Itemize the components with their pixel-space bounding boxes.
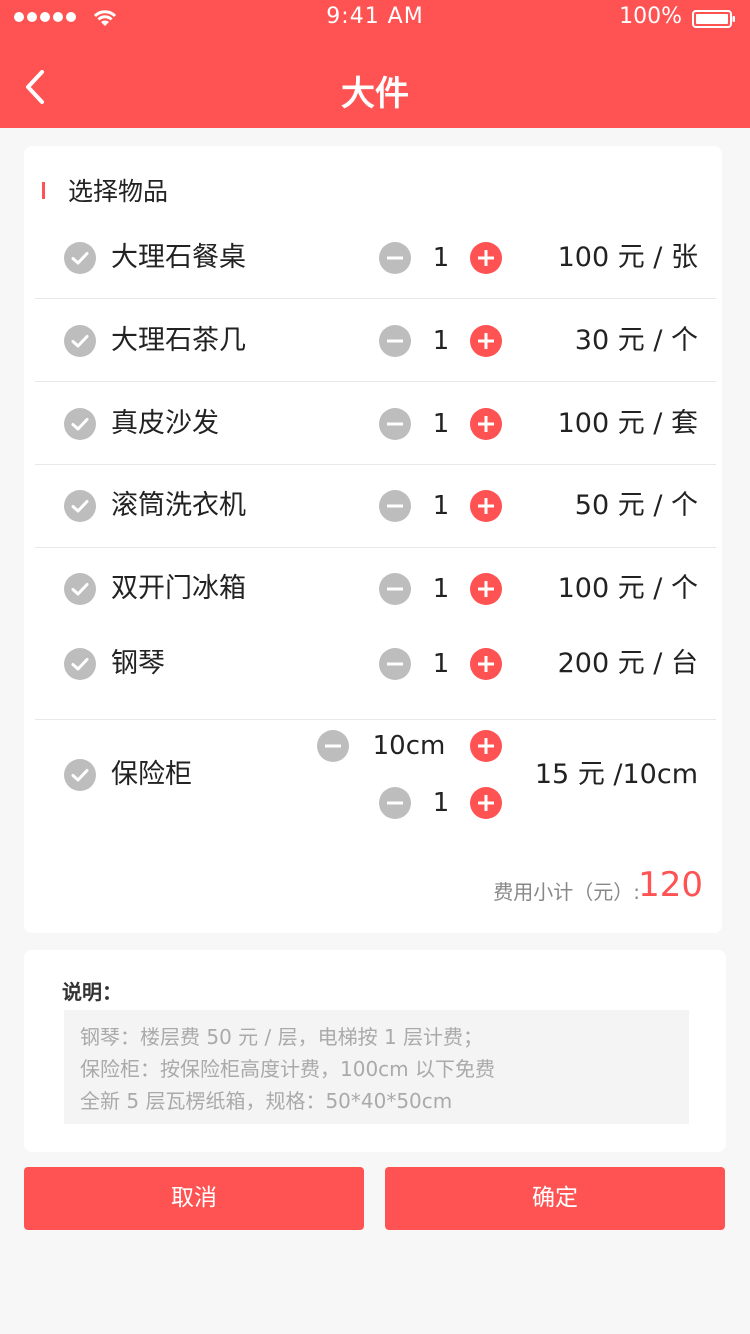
status-bar: 9:41 AM 100% — [0, 0, 750, 40]
check-icon[interactable] — [64, 408, 96, 440]
item-price: 30 元 / 个 — [574, 325, 698, 356]
confirm-button[interactable]: 确定 — [385, 1167, 725, 1230]
minus-button[interactable] — [379, 490, 411, 522]
check-icon[interactable] — [64, 325, 96, 357]
quantity-value: 1 — [432, 243, 450, 273]
height-value: 10cm — [372, 731, 446, 761]
item-name: 滚筒洗衣机 — [111, 490, 246, 521]
note-line: 保险柜：按保险柜高度计费，100cm 以下免费 — [80, 1057, 496, 1081]
item-price: 100 元 / 套 — [557, 408, 698, 439]
item-price: 50 元 / 个 — [574, 490, 698, 521]
item-name: 大理石餐桌 — [111, 242, 246, 273]
minus-button[interactable] — [379, 408, 411, 440]
item-row: 真皮沙发 1 100 元 / 套 — [24, 394, 722, 454]
plus-button[interactable] — [470, 648, 502, 680]
section-title: 选择物品 — [68, 177, 169, 206]
minus-button[interactable] — [379, 573, 411, 605]
row-divider — [35, 298, 716, 299]
page-title: 大件 — [341, 74, 409, 114]
item-row: 大理石茶几 1 30 元 / 个 — [24, 311, 722, 371]
item-name: 双开门冰箱 — [111, 573, 246, 604]
check-icon[interactable] — [64, 490, 96, 522]
quantity-value: 1 — [432, 409, 450, 439]
row-divider — [35, 464, 716, 465]
section-accent-bar — [42, 182, 45, 199]
quantity-value: 1 — [432, 649, 450, 679]
minus-button[interactable] — [379, 787, 411, 819]
item-name: 钢琴 — [111, 648, 165, 679]
item-row: 滚筒洗衣机 1 50 元 / 个 — [24, 476, 722, 536]
plus-button[interactable] — [470, 787, 502, 819]
check-icon[interactable] — [64, 648, 96, 680]
subtotal-label: 费用小计（元）: — [493, 880, 640, 904]
quantity-value: 1 — [432, 788, 450, 818]
plus-button[interactable] — [470, 408, 502, 440]
notes-title: 说明： — [62, 980, 122, 1004]
item-price: 100 元 / 个 — [557, 573, 698, 604]
height-plus-button[interactable] — [470, 730, 502, 762]
battery-icon — [692, 10, 735, 28]
row-divider — [35, 719, 716, 720]
check-icon[interactable] — [64, 573, 96, 605]
cancel-button[interactable]: 取消 — [24, 1167, 364, 1230]
app-header: 9:41 AM 100% 大件 — [0, 0, 750, 128]
minus-button[interactable] — [379, 242, 411, 274]
item-price: 100 元 / 张 — [557, 242, 698, 273]
height-minus-button[interactable] — [317, 730, 349, 762]
quantity-value: 1 — [432, 326, 450, 356]
plus-button[interactable] — [470, 490, 502, 522]
minus-button[interactable] — [379, 325, 411, 357]
quantity-value: 1 — [432, 574, 450, 604]
note-line: 全新 5 层瓦楞纸箱，规格：50*40*50cm — [80, 1089, 453, 1113]
minus-button[interactable] — [379, 648, 411, 680]
plus-button[interactable] — [470, 325, 502, 357]
item-row: 双开门冰箱 1 100 元 / 个 — [24, 559, 722, 619]
row-divider — [35, 547, 716, 548]
plus-button[interactable] — [470, 573, 502, 605]
check-icon[interactable] — [64, 242, 96, 274]
item-price: 15 元 /10cm — [534, 759, 698, 790]
item-row: 钢琴 1 200 元 / 台 — [24, 634, 722, 694]
item-name: 大理石茶几 — [111, 325, 246, 356]
row-divider — [35, 381, 716, 382]
check-icon[interactable] — [64, 759, 96, 791]
subtotal-value: 120 — [638, 865, 703, 905]
item-row: 大理石餐桌 1 100 元 / 张 — [24, 228, 722, 288]
plus-button[interactable] — [470, 242, 502, 274]
battery-percent: 100% — [619, 4, 682, 29]
item-name: 真皮沙发 — [111, 408, 219, 439]
quantity-value: 1 — [432, 491, 450, 521]
note-line: 钢琴：楼层费 50 元 / 层，电梯按 1 层计费； — [80, 1025, 484, 1049]
item-price: 200 元 / 台 — [557, 648, 698, 679]
item-name: 保险柜 — [111, 759, 192, 790]
